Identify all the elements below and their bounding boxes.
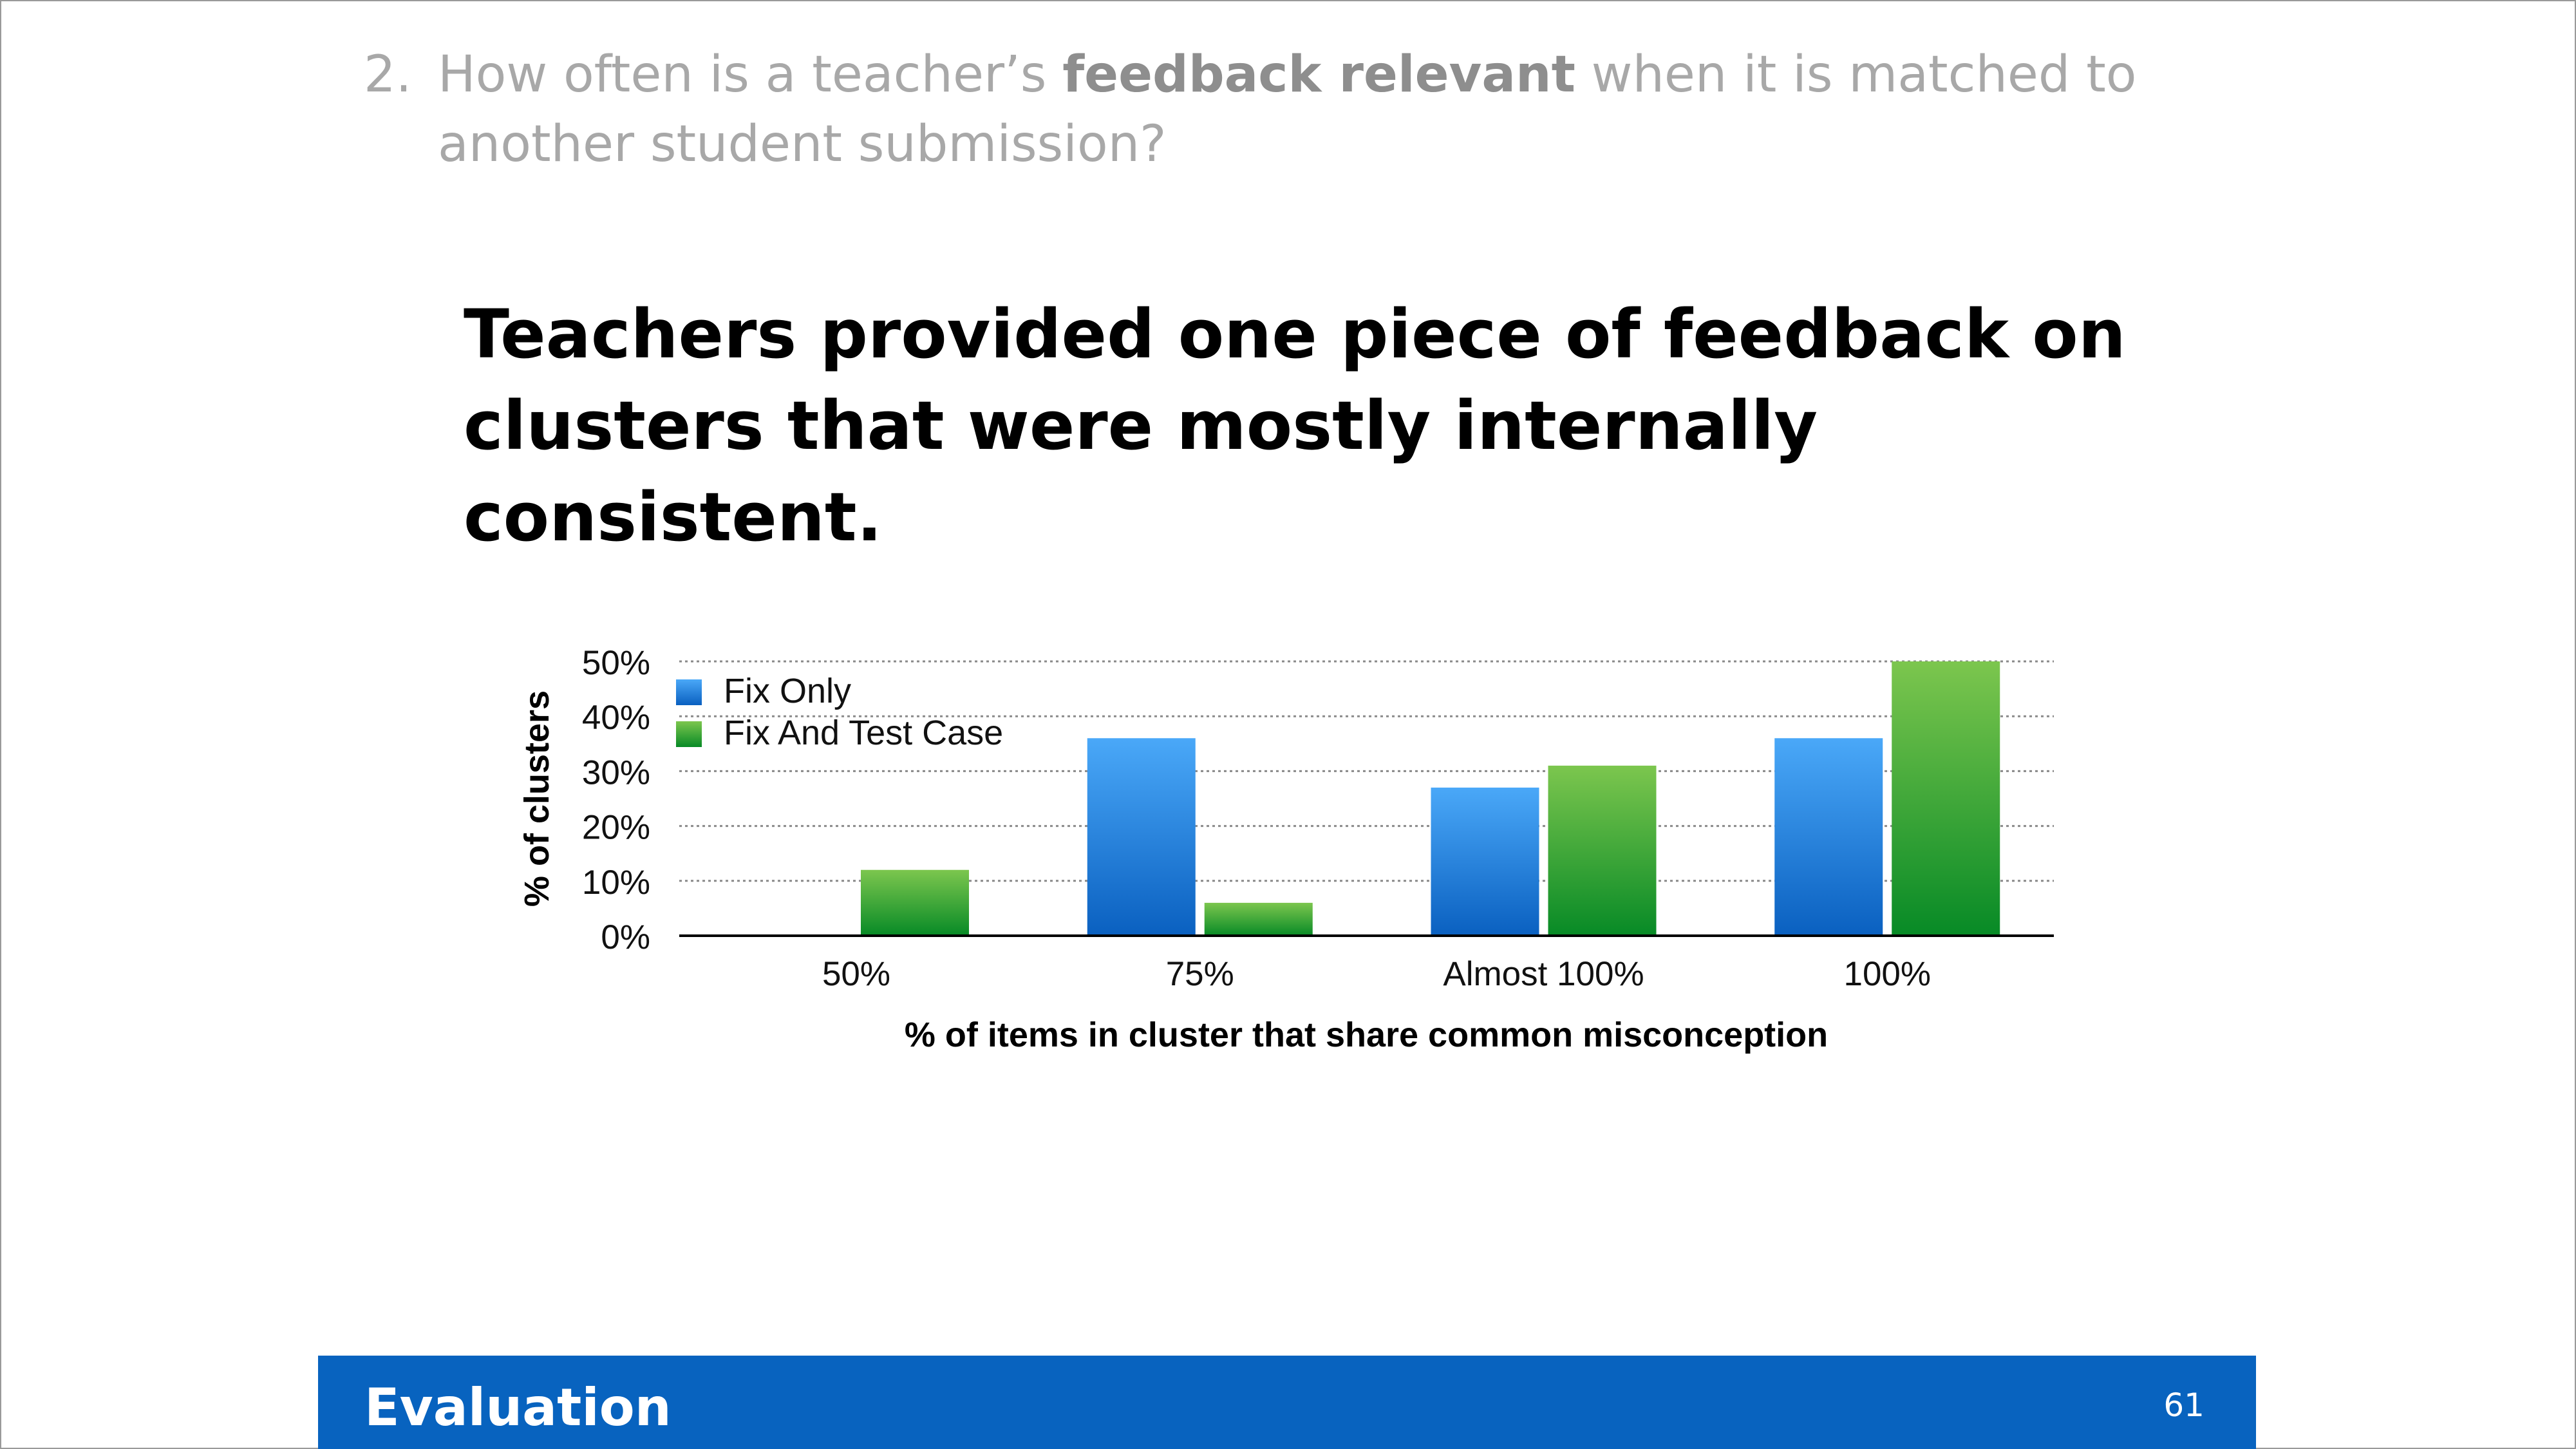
x-tick-label: 75% xyxy=(1166,955,1234,993)
x-axis-title: % of items in cluster that share common … xyxy=(905,1016,1828,1054)
x-tick-label: 50% xyxy=(822,955,890,993)
y-tick-label: 0% xyxy=(601,918,650,956)
bar-fix-only xyxy=(1774,738,1883,936)
bar-fix-only xyxy=(1431,787,1539,936)
bar-fix-only xyxy=(1087,738,1196,936)
y-tick-label: 50% xyxy=(582,644,650,682)
bar-fix-and-test-case xyxy=(1204,902,1313,936)
x-tick-label: 100% xyxy=(1843,955,1931,993)
x-tick-label: Almost 100% xyxy=(1443,955,1644,993)
bar-chart: 0% 10% 20% 30% 40% 50% 50% 75% Almost 100% 100% % … xyxy=(518,644,2054,1054)
legend-swatch xyxy=(676,721,702,747)
bar-fix-and-test-case xyxy=(861,869,969,936)
y-tick-label: 40% xyxy=(582,699,650,737)
y-axis-title: % of clusters xyxy=(518,690,556,907)
y-tick-label: 10% xyxy=(582,864,650,902)
page-number: 61 xyxy=(2163,1387,2205,1424)
legend-swatch xyxy=(676,679,702,705)
legend-label: Fix And Test Case xyxy=(724,714,1003,752)
legend-label: Fix Only xyxy=(724,672,851,710)
bar-fix-and-test-case xyxy=(1892,661,2000,936)
bar-fix-and-test-case xyxy=(1548,765,1657,936)
footer-bar: Evaluation 61 xyxy=(318,1356,2256,1449)
y-tick-label: 30% xyxy=(582,753,650,791)
y-tick-label: 20% xyxy=(582,809,650,847)
footer-title: Evaluation xyxy=(364,1378,672,1437)
